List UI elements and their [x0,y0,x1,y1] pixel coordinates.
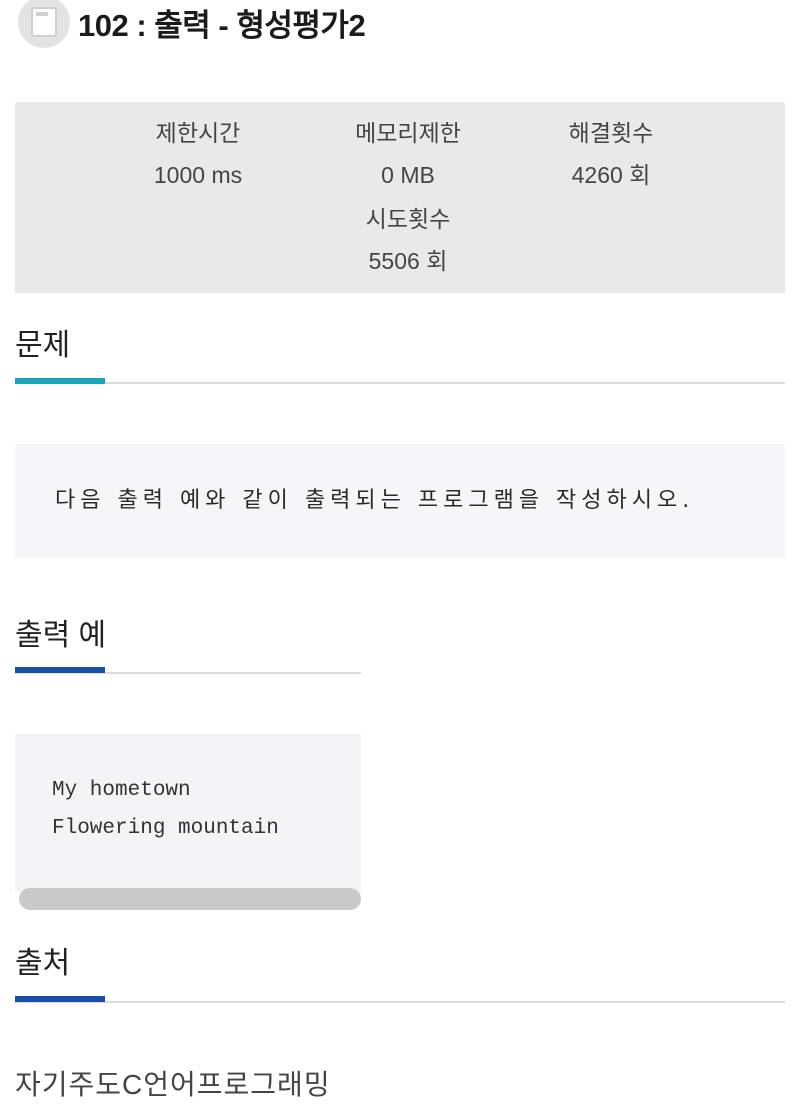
solved-count-value: 4260 회 [571,162,651,188]
output-line-2: Flowering mountain [52,817,279,840]
output-example-heading-accent [15,667,105,673]
page-header: 102 : 출력 - 형성평가2 [18,0,366,52]
problem-description-box: 다음 출력 예와 같이 출력되는 프로그램을 작성하시오. [15,444,785,558]
problem-divider [15,382,785,384]
memory-limit-label: 메모리제한 [355,120,461,146]
code-horizontal-scrollbar[interactable] [19,888,361,910]
output-line-1: My hometown [52,779,191,802]
memory-limit-stat: 메모리제한 0 MB [333,112,483,196]
attempt-count-value: 5506 회 [368,248,448,274]
attempt-count-stat: 시도횟수 5506 회 [333,198,483,282]
time-limit-label: 제한시간 [155,120,241,146]
time-limit-value: 1000 ms [153,162,243,188]
source-heading-accent [15,996,105,1002]
book-icon [18,0,70,48]
solved-count-label: 해결횟수 [568,120,654,146]
solved-count-stat: 해결횟수 4260 회 [551,112,671,196]
problem-heading-accent [15,378,105,384]
attempt-count-label: 시도횟수 [365,206,451,232]
source-heading: 출처 [15,947,71,980]
problem-description: 다음 출력 예와 같이 출력되는 프로그램을 작성하시오. [55,488,695,513]
source-text: 자기주도C언어프로그래밍 [15,1069,331,1100]
page-title: 102 : 출력 - 형성평가2 [78,7,366,43]
memory-limit-value: 0 MB [381,162,435,188]
source-divider [15,1001,785,1003]
problem-heading: 문제 [15,329,71,362]
output-example-code-block[interactable]: My hometown Flowering mountain [15,734,361,892]
output-example-heading: 출력 예 [15,619,107,652]
problem-stats-panel: 제한시간 1000 ms 메모리제한 0 MB 해결횟수 4260 회 시도횟수… [15,102,785,293]
time-limit-stat: 제한시간 1000 ms [143,112,253,196]
